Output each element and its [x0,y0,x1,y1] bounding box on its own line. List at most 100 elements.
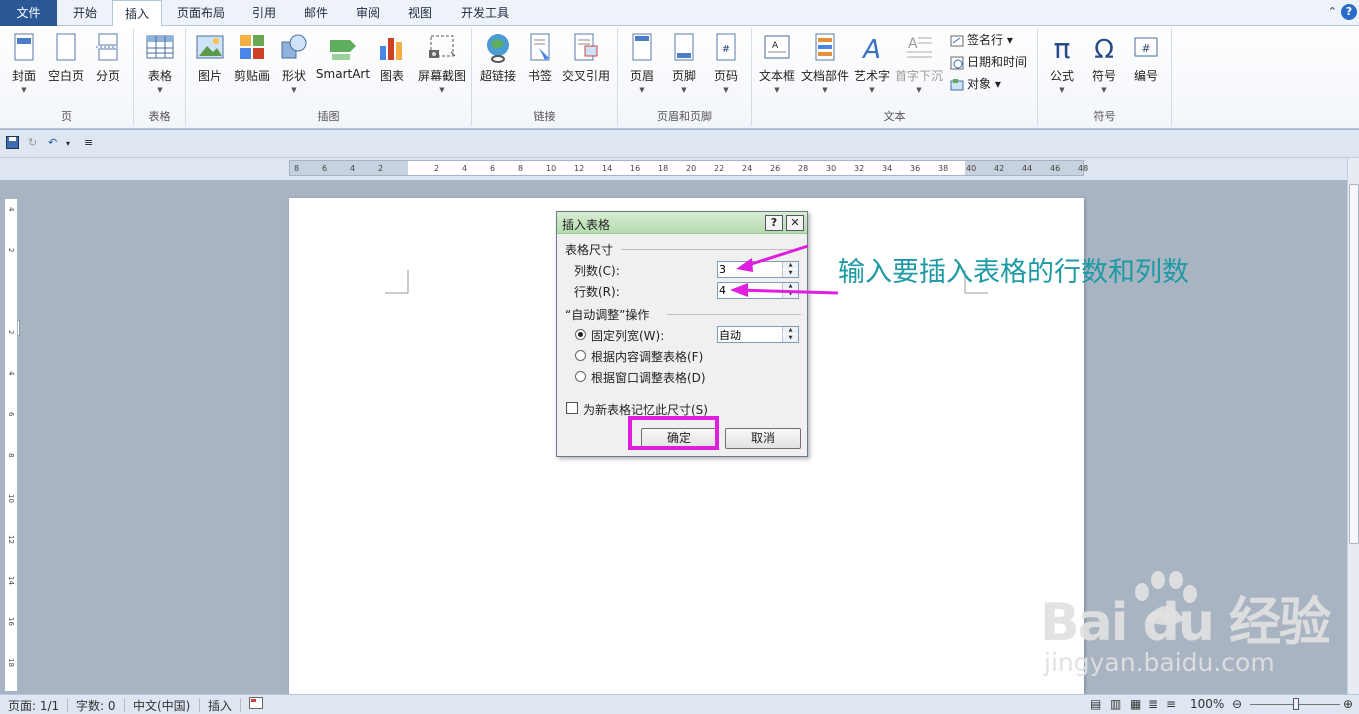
svg-text:#: # [722,44,730,55]
footer-button[interactable]: 页脚 ▼ [664,30,704,94]
blank-page-icon [56,33,76,61]
bookmark-button[interactable]: 书签 [522,30,558,84]
vertical-scrollbar[interactable] [1347,158,1359,694]
web-layout-icon[interactable]: ▦ [1130,697,1141,711]
cover-page-label: 封面 [11,69,36,83]
ribbon: 封面 ▼ 空白页 分页 页 表格 ▼ 表格 图片 剪贴画 形状 ▼ SmartA… [0,26,1359,129]
page-break-icon [96,33,120,61]
page-count[interactable]: 页面: 1/1 [8,697,59,714]
page-number-button[interactable]: # 页码 ▼ [706,30,746,94]
columns-down-icon[interactable]: ▼ [782,270,798,277]
signature-line-button[interactable]: 签名行 ▾ [950,30,1013,50]
tab-insert[interactable]: 插入 [112,0,162,27]
customize-qat-icon[interactable]: ≡ [84,136,93,149]
rows-spinner[interactable]: ▲ ▼ [717,282,799,299]
group-links-label: 链接 [533,110,556,123]
zoom-in-icon[interactable]: ⊕ [1343,697,1353,711]
table-icon [146,35,174,59]
draft-icon[interactable]: ≡ [1166,697,1176,711]
tab-developer[interactable]: 开发工具 [452,0,518,26]
ruler-row: L 86422468101214161820222426283032343638… [0,158,1359,336]
save-icon[interactable] [6,136,19,152]
macro-record-icon[interactable] [249,697,263,712]
clipart-button[interactable]: 剪贴画 [232,30,272,84]
tab-home[interactable]: 开始 [60,0,110,26]
minimize-ribbon-icon[interactable]: ⌃ [1328,5,1337,18]
number-button[interactable]: # 编号 [1126,30,1166,84]
insert-mode[interactable]: 插入 [208,697,232,714]
picture-label: 图片 [197,69,222,83]
drop-cap-button[interactable]: A 首字下沉 ▼ [894,30,944,94]
word-count[interactable]: 字数: 0 [76,697,116,714]
cross-reference-button[interactable]: 交叉引用 [558,30,614,84]
quick-access-toolbar: ↻ ↶ ▾ ≡ [0,130,1359,158]
dialog-title-bar[interactable]: 插入表格 ? ✕ [557,212,807,234]
dialog-help-button[interactable]: ? [765,215,783,231]
tab-view[interactable]: 视图 [398,0,442,26]
tab-file[interactable]: 文件 [0,0,57,26]
print-layout-icon[interactable]: ▤ [1090,697,1101,711]
rows-down-icon[interactable]: ▼ [782,291,798,298]
svg-text:π: π [1054,32,1071,64]
shapes-button[interactable]: 形状 ▼ [274,30,314,94]
page-break-button[interactable]: 分页 [88,30,128,84]
scrollbar-thumb[interactable] [1349,184,1359,544]
undo-dropdown-icon[interactable]: ▾ [66,139,70,148]
fixed-width-up-icon[interactable]: ▲ [782,327,798,334]
help-icon[interactable]: ? [1341,4,1357,20]
language[interactable]: 中文(中国) [133,697,190,714]
tab-page-layout[interactable]: 页面布局 [166,0,236,26]
outline-icon[interactable]: ≣ [1148,697,1158,711]
columns-input[interactable] [719,263,781,276]
blank-page-button[interactable]: 空白页 [46,30,86,84]
smartart-button[interactable]: SmartArt [314,30,372,81]
screenshot-button[interactable]: 屏幕截图 ▼ [414,30,470,94]
cover-page-button[interactable]: 封面 ▼ [4,30,44,94]
dialog-close-button[interactable]: ✕ [786,215,804,231]
zoom-out-icon[interactable]: ⊖ [1232,697,1242,711]
remember-size-checkbox[interactable] [566,402,578,414]
drop-cap-label: 首字下沉 [894,69,943,83]
redo-disabled-icon[interactable]: ↻ [28,136,37,149]
textbox-button[interactable]: A 文本框 ▼ [756,30,798,94]
tab-mailings[interactable]: 邮件 [294,0,338,26]
autofit-content-radio[interactable] [575,350,586,361]
autofit-window-radio[interactable] [575,371,586,382]
picture-button[interactable]: 图片 [190,30,230,84]
reading-layout-icon[interactable]: ▥ [1110,697,1121,711]
svg-text:Ω: Ω [1094,35,1114,64]
symbol-button[interactable]: Ω 符号 ▼ [1084,30,1124,94]
horizontal-ruler[interactable]: 8 6 4 2 2 4 6 8 10 12 14 16 18 20 22 24 26 28 30 32 34 36 38 40… [289,160,1088,176]
zoom-level[interactable]: 100% [1190,697,1224,711]
hyperlink-button[interactable]: 超链接 [474,30,522,84]
undo-icon[interactable]: ↶ [48,136,57,149]
chart-button[interactable]: 图表 [372,30,412,84]
table-button[interactable]: 表格 ▼ [140,30,180,94]
columns-spinner[interactable]: ▲ ▼ [717,261,799,278]
tab-review[interactable]: 审阅 [346,0,390,26]
wordart-button[interactable]: A 艺术字 ▼ [852,30,892,94]
rows-up-icon[interactable]: ▲ [782,283,798,290]
date-time-button[interactable]: 日期和时间 [950,52,1027,72]
quick-parts-button[interactable]: 文档部件 ▼ [800,30,850,94]
fixed-width-radio[interactable] [575,329,586,340]
object-button[interactable]: 对象 ▾ [950,74,1001,94]
cancel-button[interactable]: 取消 [725,428,801,449]
fixed-width-input[interactable] [719,328,781,341]
columns-up-icon[interactable]: ▲ [782,262,798,269]
vertical-ruler[interactable]: 4 2 2 4 6 8 10 12 14 16 18 [4,198,18,692]
zoom-slider-thumb[interactable] [1293,698,1299,710]
rows-input[interactable] [719,284,781,297]
ruler-tick: 6 [490,164,496,173]
vruler-tick: 12 [7,535,15,544]
fixed-width-spinner[interactable]: ▲ ▼ [717,326,799,343]
equation-button[interactable]: π 公式 ▼ [1042,30,1082,94]
header-button[interactable]: 页眉 ▼ [622,30,662,94]
clipart-icon [240,35,264,59]
tab-references[interactable]: 引用 [242,0,286,26]
screenshot-label: 屏幕截图 [417,69,466,83]
ruler-tick: 24 [742,164,753,173]
fixed-width-down-icon[interactable]: ▼ [782,335,798,342]
vruler-tick: 4 [7,207,15,212]
ruler-tick: 30 [826,164,837,173]
